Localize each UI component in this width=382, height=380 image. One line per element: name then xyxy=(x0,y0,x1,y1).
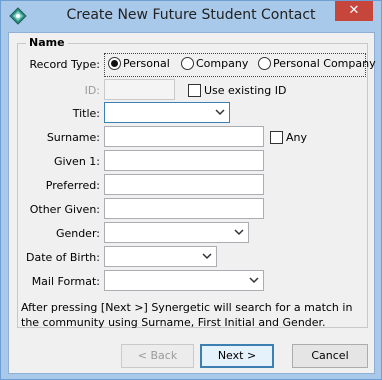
gender-dropdown[interactable] xyxy=(104,222,249,243)
close-button[interactable]: ✕ xyxy=(335,1,373,21)
preferred-label: Preferred: xyxy=(45,179,100,192)
record-type-label: Record Type: xyxy=(29,58,100,71)
dob-label: Date of Birth: xyxy=(25,251,100,264)
id-input[interactable] xyxy=(104,79,175,100)
other-given-input[interactable] xyxy=(104,198,264,219)
any-box[interactable] xyxy=(270,130,283,144)
use-existing-id-checkbox[interactable]: Use existing ID xyxy=(188,83,286,97)
radio-company[interactable]: Company xyxy=(181,56,248,74)
cancel-button[interactable]: Cancel xyxy=(292,344,368,368)
radio-company-button[interactable] xyxy=(181,56,194,70)
name-group: Name Record Type: Personal Company Perso… xyxy=(17,36,376,328)
use-existing-id-label: Use existing ID xyxy=(204,83,287,97)
dob-picker[interactable] xyxy=(104,246,217,267)
preferred-input[interactable] xyxy=(104,174,264,195)
chevron-down-icon xyxy=(234,229,244,236)
dialog-window: Create New Future Student Contact ✕ Name… xyxy=(0,0,382,380)
surname-input[interactable] xyxy=(104,126,264,147)
radio-personal-company-label: Personal Company xyxy=(273,56,376,70)
title-bar[interactable]: Create New Future Student Contact ✕ xyxy=(1,1,381,32)
radio-personal-company[interactable]: Personal Company xyxy=(258,56,376,74)
other-given-label: Other Given: xyxy=(29,203,100,216)
mail-format-label: Mail Format: xyxy=(31,275,100,288)
group-title: Name xyxy=(26,36,68,49)
surname-label: Surname: xyxy=(46,131,100,144)
close-icon: ✕ xyxy=(348,3,360,18)
chevron-down-icon xyxy=(202,253,212,260)
radio-company-label: Company xyxy=(196,56,249,70)
use-existing-id-box[interactable] xyxy=(188,83,201,97)
title-label: Title: xyxy=(72,107,100,120)
any-label: Any xyxy=(286,130,308,144)
chevron-down-icon xyxy=(215,109,225,116)
dialog-body: Name Record Type: Personal Company Perso… xyxy=(8,32,376,374)
radio-personal-company-button[interactable] xyxy=(258,56,271,70)
any-checkbox[interactable]: Any xyxy=(270,130,307,144)
radio-personal-label: Personal xyxy=(123,56,170,70)
id-label: ID: xyxy=(84,84,100,97)
chevron-down-icon xyxy=(249,277,259,284)
back-button[interactable]: < Back xyxy=(121,344,194,368)
title-dropdown[interactable] xyxy=(104,102,230,123)
mail-format-dropdown[interactable] xyxy=(104,270,264,291)
radio-personal[interactable]: Personal xyxy=(108,56,170,74)
gender-label: Gender: xyxy=(55,227,100,240)
given1-input[interactable] xyxy=(104,150,264,171)
next-button[interactable]: Next > xyxy=(200,344,274,368)
search-info-text: After pressing [Next >] Synergetic will … xyxy=(21,301,353,329)
given1-label: Given 1: xyxy=(53,155,100,168)
radio-personal-button[interactable] xyxy=(108,56,121,70)
window-title: Create New Future Student Contact xyxy=(66,7,316,23)
